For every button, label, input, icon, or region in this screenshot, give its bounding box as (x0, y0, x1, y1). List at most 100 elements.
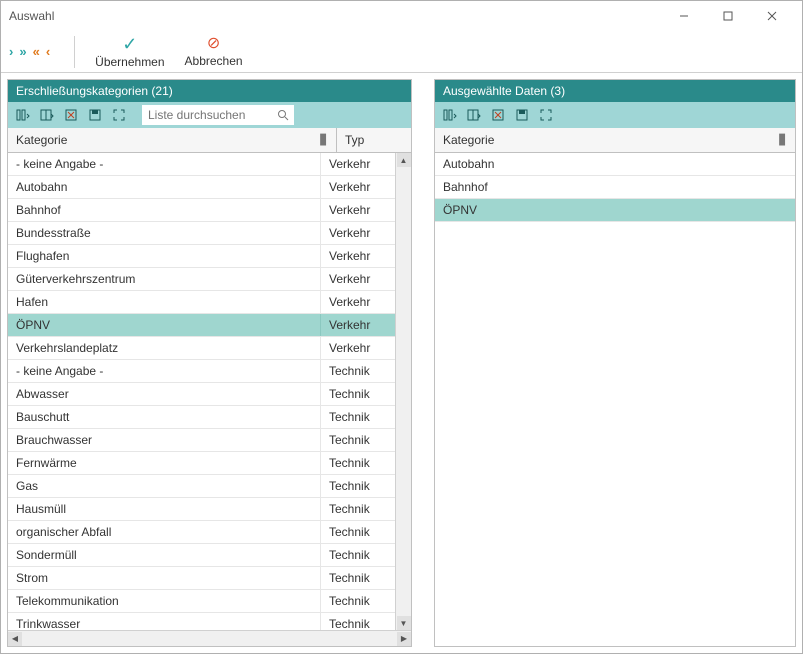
cell-typ: Verkehr (321, 268, 395, 290)
table-row[interactable]: FlughafenVerkehr (8, 245, 395, 268)
table-row[interactable]: GüterverkehrszentrumVerkehr (8, 268, 395, 291)
right-panel: Ausgewählte Daten (3) Kategorie ▊ (434, 79, 796, 647)
nav-fast-prev-icon[interactable]: « (33, 45, 40, 58)
left-col-typ-label: Typ (345, 133, 364, 147)
table-row[interactable]: Autobahn (435, 153, 795, 176)
cell-kategorie: Autobahn (8, 176, 321, 198)
scroll-up-icon[interactable]: ▲ (397, 153, 411, 167)
cell-typ: Verkehr (321, 222, 395, 244)
columns-icon[interactable] (14, 106, 32, 124)
layout-icon[interactable] (38, 106, 56, 124)
filter-icon[interactable]: ▊ (779, 135, 787, 146)
left-horizontal-scrollbar[interactable]: ◀ ▶ (8, 630, 411, 646)
left-col-header-kategorie[interactable]: Kategorie ▊ (8, 128, 337, 152)
table-row[interactable]: BundesstraßeVerkehr (8, 222, 395, 245)
table-row[interactable]: VerkehrslandeplatzVerkehr (8, 337, 395, 360)
cell-typ: Verkehr (321, 245, 395, 267)
nav-fast-next-icon[interactable]: » (19, 45, 26, 58)
table-row[interactable]: BrauchwasserTechnik (8, 429, 395, 452)
save-layout-icon[interactable] (513, 106, 531, 124)
titlebar: Auswahl (1, 1, 802, 31)
columns-icon[interactable] (441, 106, 459, 124)
cell-kategorie: Autobahn (435, 153, 795, 175)
cell-kategorie: Trinkwasser (8, 613, 321, 630)
clear-filter-icon[interactable] (489, 106, 507, 124)
nav-next-icon[interactable]: › (9, 45, 13, 58)
scroll-left-icon[interactable]: ◀ (8, 632, 22, 646)
left-col-kategorie-label: Kategorie (16, 133, 67, 147)
main-area: Erschließungskategorien (21) (1, 73, 802, 653)
search-input[interactable] (142, 105, 272, 125)
cancel-label: Abbrechen (185, 54, 243, 68)
search-button[interactable] (272, 105, 294, 125)
table-row[interactable]: StromTechnik (8, 567, 395, 590)
scroll-down-icon[interactable]: ▼ (397, 616, 411, 630)
table-row[interactable]: SondermüllTechnik (8, 544, 395, 567)
table-row[interactable]: TrinkwasserTechnik (8, 613, 395, 630)
left-vertical-scrollbar[interactable]: ▲ ▼ (395, 153, 411, 630)
apply-label: Übernehmen (95, 55, 164, 69)
table-row[interactable]: AbwasserTechnik (8, 383, 395, 406)
scroll-right-icon[interactable]: ▶ (397, 632, 411, 646)
cell-typ: Technik (321, 567, 395, 589)
close-button[interactable] (750, 1, 794, 31)
cancel-icon: ⊘ (207, 36, 220, 52)
right-panel-header: Ausgewählte Daten (3) (435, 80, 795, 102)
layout-icon[interactable] (465, 106, 483, 124)
cell-kategorie: Hausmüll (8, 498, 321, 520)
cancel-button[interactable]: ⊘ Abbrechen (175, 34, 253, 70)
cell-kategorie: Güterverkehrszentrum (8, 268, 321, 290)
cell-typ: Technik (321, 521, 395, 543)
table-row[interactable]: BahnhofVerkehr (8, 199, 395, 222)
table-row[interactable]: BauschuttTechnik (8, 406, 395, 429)
table-row[interactable]: GasTechnik (8, 475, 395, 498)
nav-prev-icon[interactable]: ‹ (46, 45, 50, 58)
table-row[interactable]: HafenVerkehr (8, 291, 395, 314)
table-row[interactable]: organischer AbfallTechnik (8, 521, 395, 544)
cell-kategorie: Fernwärme (8, 452, 321, 474)
table-row[interactable]: TelekommunikationTechnik (8, 590, 395, 613)
cell-typ: Technik (321, 544, 395, 566)
table-row[interactable]: ÖPNV (435, 199, 795, 222)
cell-kategorie: Bahnhof (8, 199, 321, 221)
cell-typ: Technik (321, 498, 395, 520)
fullscreen-icon[interactable] (537, 106, 555, 124)
fullscreen-icon[interactable] (110, 106, 128, 124)
table-row[interactable]: AutobahnVerkehr (8, 176, 395, 199)
table-row[interactable]: - keine Angabe -Verkehr (8, 153, 395, 176)
table-row[interactable]: Bahnhof (435, 176, 795, 199)
apply-button[interactable]: ✓ Übernehmen (85, 33, 174, 71)
minimize-button[interactable] (662, 1, 706, 31)
right-col-header-kategorie[interactable]: Kategorie ▊ (435, 128, 795, 152)
toolbar: › » « ‹ ✓ Übernehmen ⊘ Abbrechen (1, 31, 802, 73)
cell-kategorie: Sondermüll (8, 544, 321, 566)
cell-kategorie: Verkehrslandeplatz (8, 337, 321, 359)
cell-kategorie: Abwasser (8, 383, 321, 405)
cell-typ: Technik (321, 590, 395, 612)
save-layout-icon[interactable] (86, 106, 104, 124)
cell-kategorie: organischer Abfall (8, 521, 321, 543)
table-row[interactable]: - keine Angabe -Technik (8, 360, 395, 383)
table-row[interactable]: FernwärmeTechnik (8, 452, 395, 475)
table-row[interactable]: HausmüllTechnik (8, 498, 395, 521)
right-panel-toolbar (435, 102, 795, 128)
cell-kategorie: Bahnhof (435, 176, 795, 198)
left-col-header-typ[interactable]: Typ (337, 128, 411, 152)
left-panel-toolbar (8, 102, 411, 128)
maximize-button[interactable] (706, 1, 750, 31)
cell-typ: Technik (321, 613, 395, 630)
right-table-header: Kategorie ▊ (435, 128, 795, 153)
filter-icon[interactable]: ▊ (320, 135, 328, 146)
cell-kategorie: Flughafen (8, 245, 321, 267)
left-panel: Erschließungskategorien (21) (7, 79, 412, 647)
right-col-kategorie-label: Kategorie (443, 133, 494, 147)
cell-kategorie: Telekommunikation (8, 590, 321, 612)
clear-filter-icon[interactable] (62, 106, 80, 124)
cell-kategorie: ÖPNV (8, 314, 321, 336)
cell-typ: Verkehr (321, 314, 395, 336)
toolbar-separator (74, 36, 75, 68)
cell-typ: Verkehr (321, 337, 395, 359)
scroll-track[interactable] (22, 634, 397, 644)
cell-kategorie: ÖPNV (435, 199, 795, 221)
table-row[interactable]: ÖPNVVerkehr (8, 314, 395, 337)
